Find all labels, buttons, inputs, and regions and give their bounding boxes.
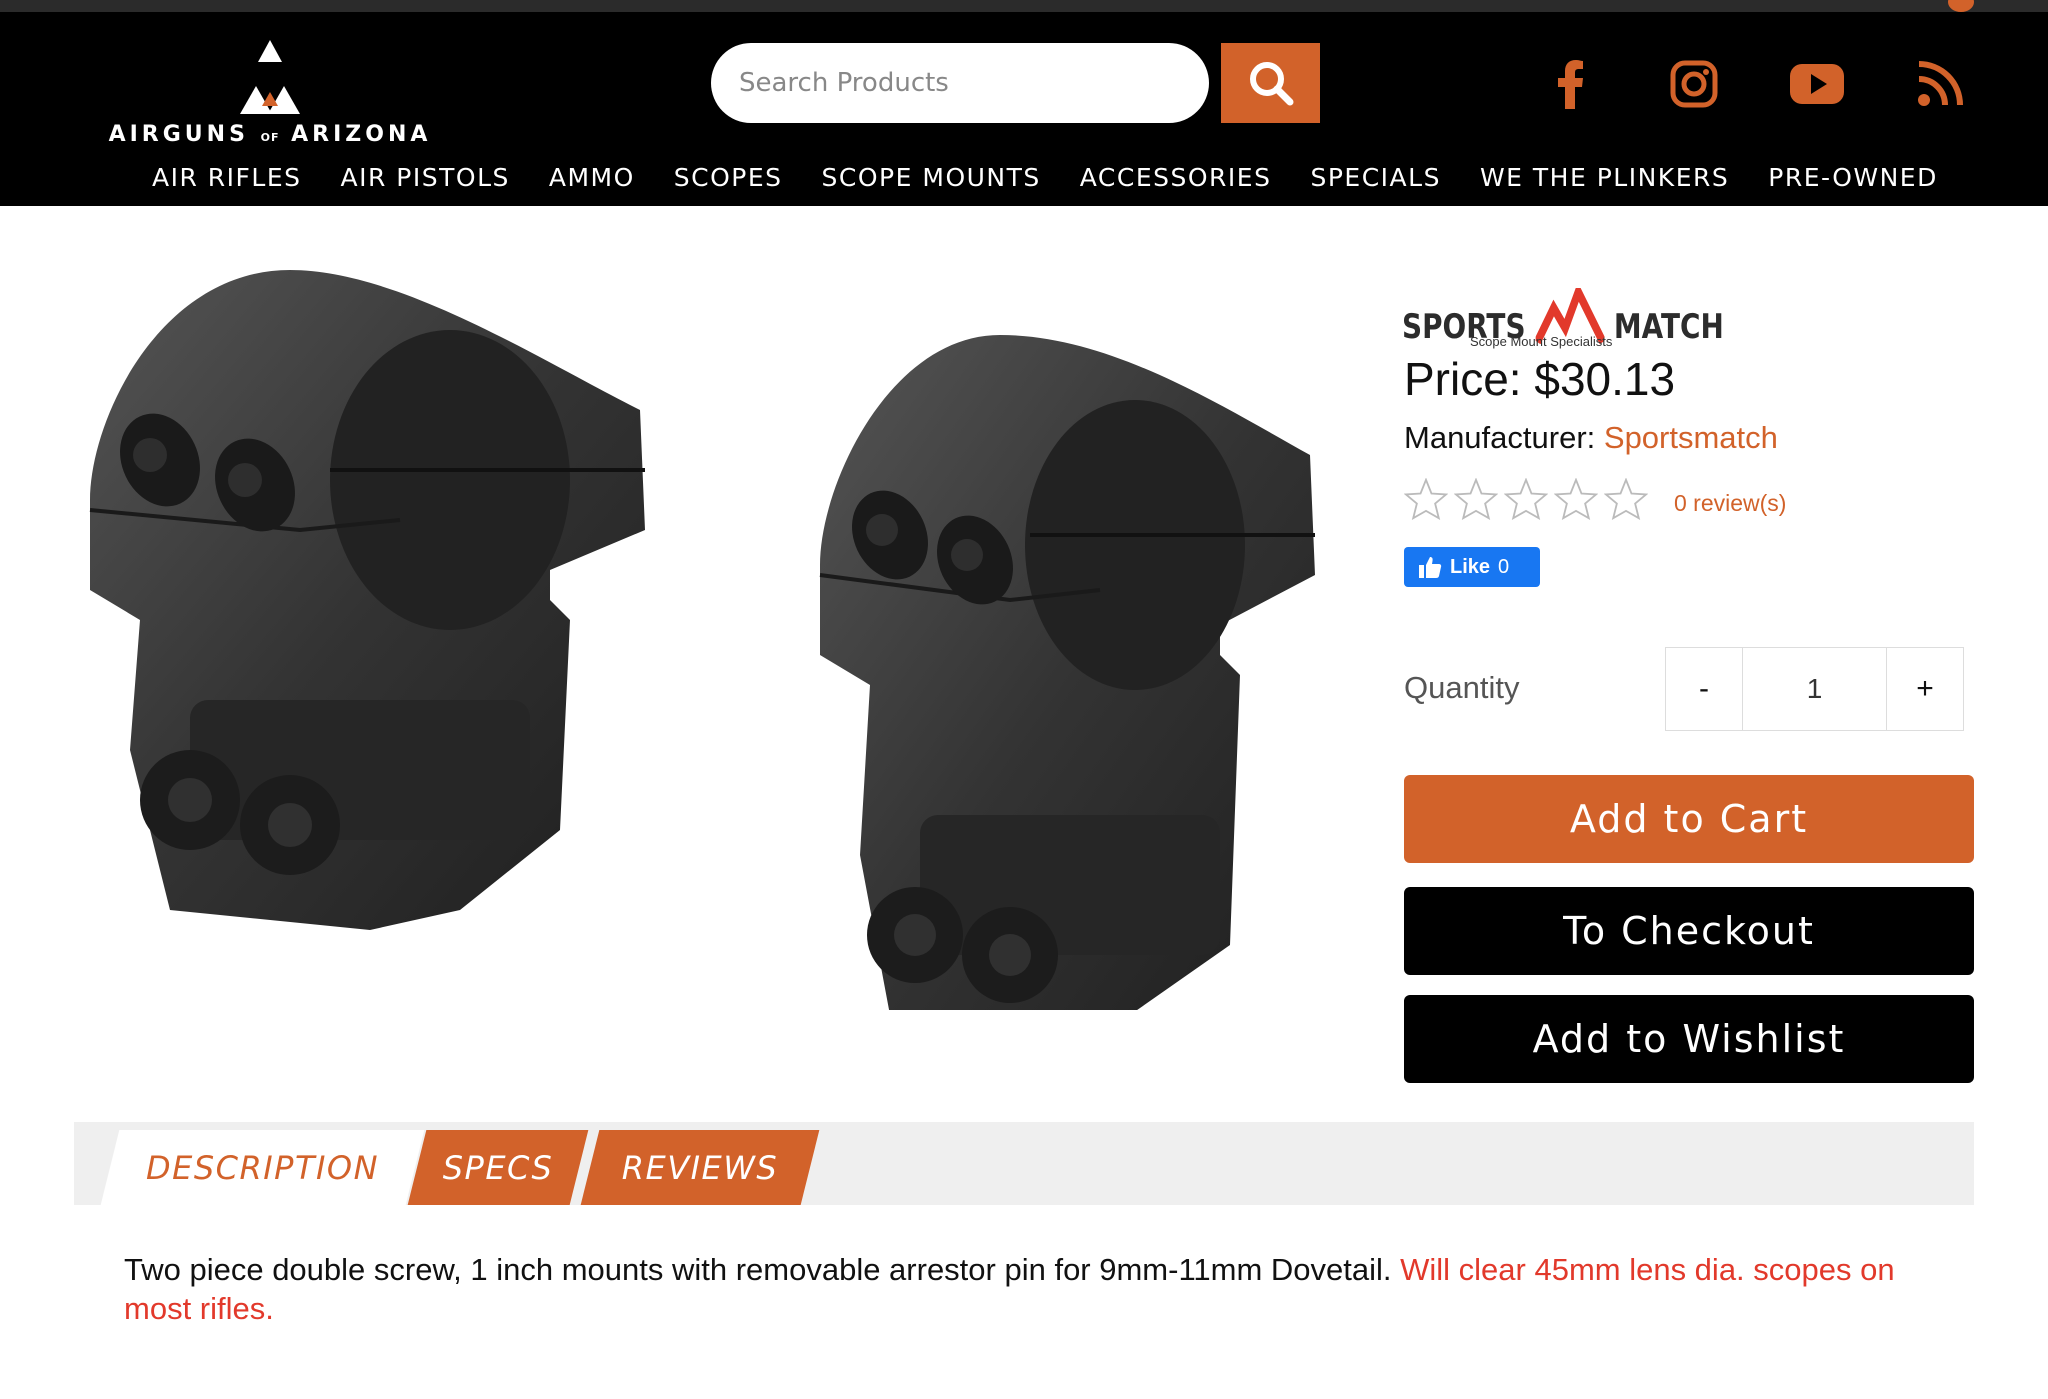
star-icon[interactable] bbox=[1554, 478, 1598, 520]
nav-air-pistols[interactable]: AIR PISTOLS bbox=[341, 158, 510, 198]
thumbs-up-icon bbox=[1419, 557, 1442, 578]
brand-logo[interactable]: SPORTS MATCH Scope Mount Specialists bbox=[1402, 262, 1724, 354]
nav-we-the-plinkers[interactable]: WE THE PLINKERS bbox=[1480, 158, 1729, 198]
nav-ammo[interactable]: AMMO bbox=[549, 158, 635, 198]
top-strip bbox=[0, 0, 2048, 12]
like-label: Like bbox=[1450, 555, 1491, 578]
product-image[interactable] bbox=[70, 270, 1370, 1010]
tab-description[interactable]: DESCRIPTION bbox=[100, 1130, 425, 1205]
facebook-icon bbox=[1558, 60, 1583, 109]
tab-specs[interactable]: SPECS bbox=[407, 1130, 589, 1205]
star-icon[interactable] bbox=[1454, 478, 1498, 520]
nav-scope-mounts[interactable]: SCOPE MOUNTS bbox=[822, 158, 1041, 198]
product-description: Two piece double screw, 1 inch mounts wi… bbox=[124, 1252, 1895, 1326]
nav-air-rifles[interactable]: AIR RIFLES bbox=[152, 158, 302, 198]
review-count[interactable]: 0 review(s) bbox=[1674, 490, 1786, 517]
site-header: AIRGUNS OF ARIZONA Search Products AIR R… bbox=[0, 12, 2048, 206]
tab-reviews[interactable]: REVIEWS bbox=[580, 1130, 820, 1205]
quantity-input[interactable]: 1 bbox=[1742, 648, 1887, 730]
price: Price: $30.13 bbox=[1404, 353, 1676, 405]
rss-icon bbox=[1918, 61, 1963, 106]
manufacturer-link[interactable]: Sportsmatch bbox=[1604, 420, 1778, 455]
youtube-link[interactable] bbox=[1787, 54, 1847, 114]
instagram-icon bbox=[1670, 60, 1718, 108]
price-value: $30.13 bbox=[1534, 353, 1676, 405]
search-button[interactable] bbox=[1221, 43, 1320, 123]
search-icon bbox=[1249, 62, 1293, 106]
brand-tagline: Scope Mount Specialists bbox=[1470, 334, 1613, 349]
logo-wordmark: AIRGUNS OF ARIZONA bbox=[108, 122, 432, 147]
checkout-button[interactable]: To Checkout bbox=[1404, 887, 1974, 975]
add-to-wishlist-button[interactable]: Add to Wishlist bbox=[1404, 995, 1974, 1083]
rss-link[interactable] bbox=[1910, 54, 1970, 114]
instagram-link[interactable] bbox=[1664, 54, 1724, 114]
nav-scopes[interactable]: SCOPES bbox=[674, 158, 783, 198]
manufacturer: Manufacturer: Sportsmatch bbox=[1404, 420, 1778, 455]
nav-pre-owned[interactable]: PRE-OWNED bbox=[1768, 158, 1938, 198]
main-nav: AIR RIFLES AIR PISTOLS AMMO SCOPES SCOPE… bbox=[152, 158, 1936, 198]
add-to-cart-button[interactable]: Add to Cart bbox=[1404, 775, 1974, 863]
youtube-icon bbox=[1790, 64, 1844, 104]
search-input[interactable]: Search Products bbox=[711, 43, 1209, 123]
star-icon[interactable] bbox=[1604, 478, 1648, 520]
star-icon[interactable] bbox=[1404, 478, 1448, 520]
facebook-link[interactable] bbox=[1540, 54, 1600, 114]
like-count: 0 bbox=[1498, 555, 1510, 578]
quantity-increase-button[interactable]: + bbox=[1887, 648, 1963, 730]
quantity-decrease-button[interactable]: - bbox=[1666, 648, 1742, 730]
nav-specials[interactable]: SPECIALS bbox=[1310, 158, 1440, 198]
site-logo[interactable]: AIRGUNS OF ARIZONA bbox=[105, 20, 435, 160]
quantity-stepper: - 1 + bbox=[1665, 647, 1964, 731]
star-icon[interactable] bbox=[1504, 478, 1548, 520]
nav-accessories[interactable]: ACCESSORIES bbox=[1080, 158, 1272, 198]
logo-mountain-icon bbox=[240, 40, 300, 114]
rating-stars[interactable] bbox=[1404, 478, 1648, 520]
mount-right bbox=[819, 335, 1315, 1010]
quantity-label: Quantity bbox=[1404, 670, 1520, 705]
mount-left bbox=[89, 270, 645, 930]
facebook-like-button[interactable]: Like 0 bbox=[1404, 547, 1540, 587]
